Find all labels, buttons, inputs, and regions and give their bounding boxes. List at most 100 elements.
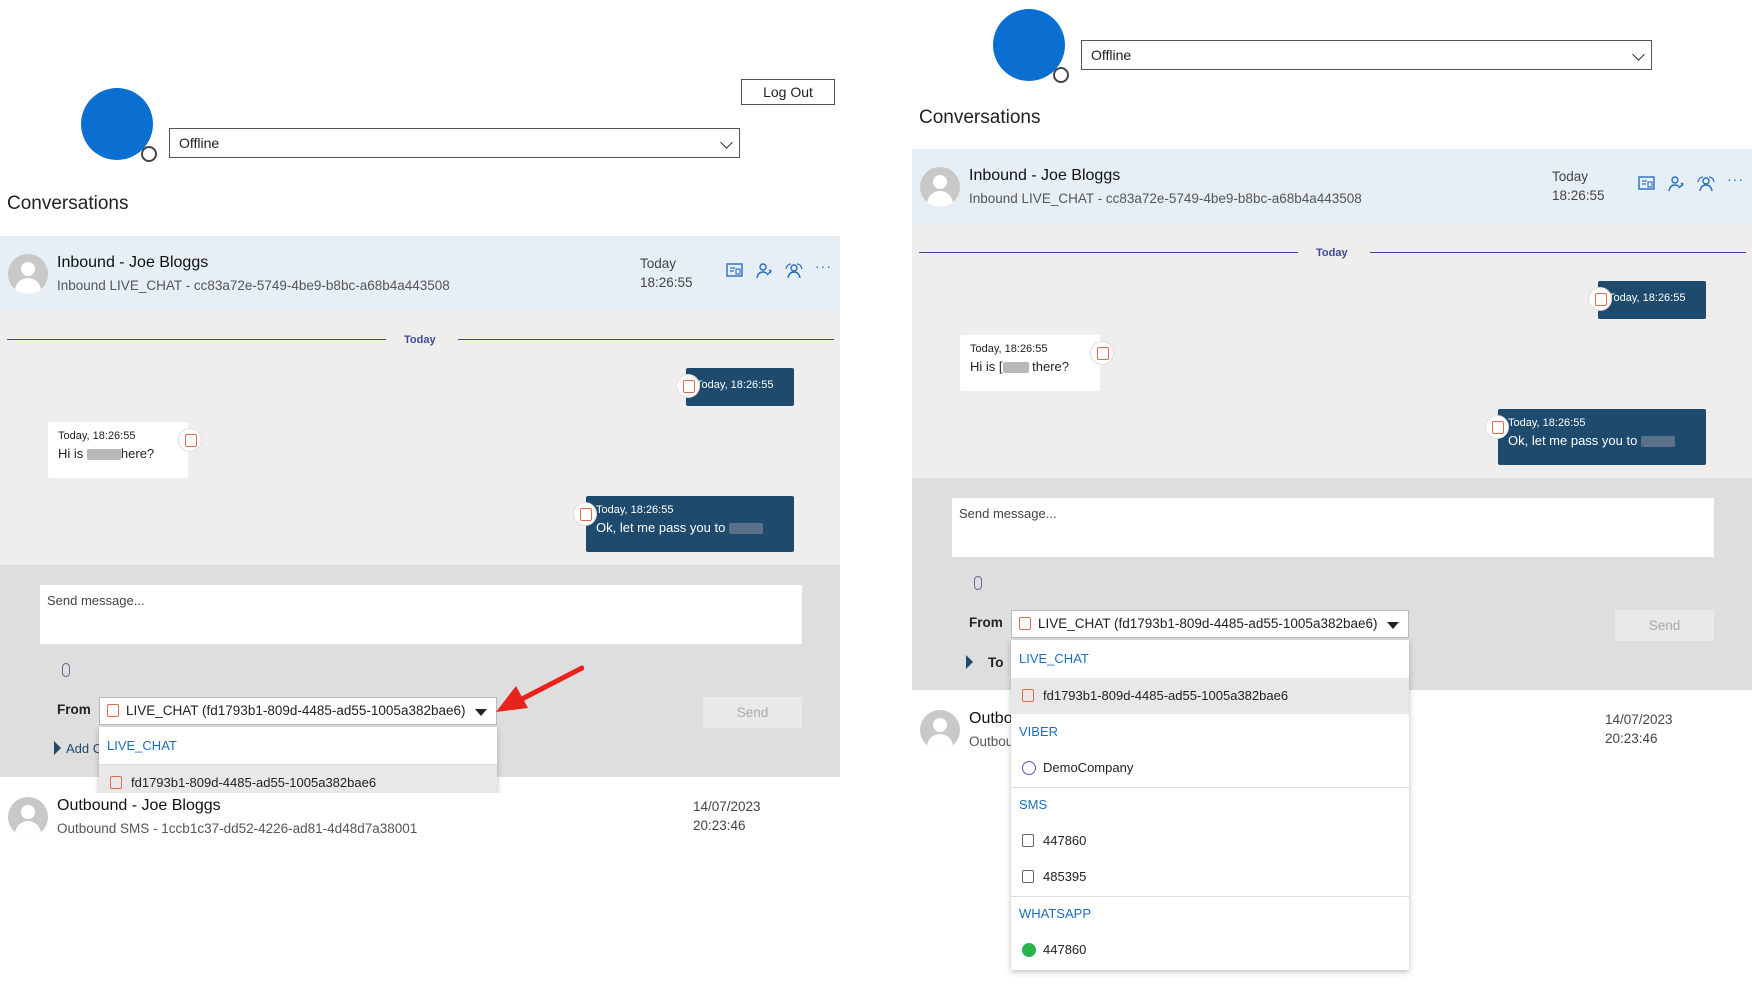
- transfer-icon[interactable]: [1666, 174, 1686, 194]
- expand-icon[interactable]: [966, 655, 973, 669]
- livechat-icon: [1022, 689, 1034, 702]
- logout-button[interactable]: Log Out: [741, 79, 835, 105]
- livechat-channel-icon: [178, 428, 202, 452]
- chat-history[interactable]: Today Today, 18:26:55 Today, 18:26:55 Hi…: [0, 310, 840, 565]
- conversation-time: 18:26:55: [1552, 188, 1605, 203]
- status-value: Offline: [1091, 47, 1132, 63]
- message-outgoing: Today, 18:26:55 Ok, let me pass you to: [586, 496, 794, 552]
- livechat-channel-icon: [1588, 287, 1612, 311]
- presence-indicator: [141, 146, 157, 162]
- transcript-icon[interactable]: [1637, 174, 1657, 194]
- conversation-row-inbound[interactable]: Inbound - Joe Bloggs Inbound LIVE_CHAT -…: [0, 236, 840, 310]
- attach-icon[interactable]: [974, 576, 982, 590]
- status-select[interactable]: Offline: [169, 128, 740, 158]
- annotation-arrow-icon: [496, 665, 584, 712]
- send-button[interactable]: Send: [1615, 610, 1714, 641]
- from-value: LIVE_CHAT (fd1793b1-809d-4485-ad55-1005a…: [126, 703, 466, 718]
- dropdown-item-whatsapp[interactable]: 447860: [1011, 932, 1409, 968]
- more-options-icon[interactable]: ···: [1727, 171, 1744, 187]
- conversation-date: 14/07/2023: [693, 799, 761, 814]
- from-label: From: [969, 615, 1003, 630]
- dropdown-item-label: fd1793b1-809d-4485-ad55-1005a382bae6: [131, 775, 377, 790]
- conversation-subtitle: Inbound LIVE_CHAT - cc83a72e-5749-4be9-b…: [969, 191, 1362, 206]
- message-timestamp: Today, 18:26:55: [1508, 417, 1586, 429]
- dropdown-caret-icon[interactable]: [1387, 622, 1399, 629]
- conversation-timestamp: 14/07/2023 20:23:46: [693, 797, 761, 835]
- redacted-text: [1002, 362, 1029, 374]
- conversation-row-inbound[interactable]: Inbound - Joe Bloggs Inbound LIVE_CHAT -…: [912, 149, 1752, 223]
- dropdown-item-label: 447860: [1043, 942, 1087, 957]
- day-divider-right: [458, 339, 834, 340]
- conversation-date: Today: [1552, 169, 1589, 184]
- message-outgoing: Today, 18:26:55: [686, 368, 794, 406]
- dropdown-group-sms: SMS: [1019, 797, 1048, 812]
- livechat-icon: [107, 704, 119, 717]
- message-input[interactable]: Send message...: [40, 585, 802, 644]
- day-label: Today: [404, 334, 436, 346]
- conversation-subtitle: Outbou: [969, 734, 1014, 749]
- conversation-row-outbound[interactable]: Outbound - Joe Bloggs Outbound SMS - 1cc…: [0, 793, 840, 867]
- sms-icon: [1022, 834, 1034, 847]
- dropdown-caret-icon[interactable]: [475, 709, 487, 716]
- message-input[interactable]: Send message...: [952, 498, 1714, 557]
- message-outgoing: Today, 18:26:55 Ok, let me pass you to: [1498, 409, 1706, 465]
- conversation-title: Inbound - Joe Bloggs: [57, 254, 209, 271]
- day-divider-left: [7, 339, 386, 340]
- from-select[interactable]: LIVE_CHAT (fd1793b1-809d-4485-ad55-1005a…: [1011, 610, 1409, 638]
- user-avatar[interactable]: [81, 88, 157, 162]
- conversations-heading: Conversations: [7, 193, 129, 214]
- from-value: LIVE_CHAT (fd1793b1-809d-4485-ad55-1005a…: [1038, 616, 1378, 631]
- transcript-icon[interactable]: [725, 261, 745, 281]
- dropdown-item-sms[interactable]: 485395: [1011, 859, 1409, 895]
- chevron-down-icon: [1632, 48, 1645, 61]
- from-dropdown-menu: LIVE_CHAT fd1793b1-809d-4485-ad55-1005a3…: [1011, 640, 1409, 970]
- day-divider-left: [919, 252, 1298, 253]
- transfer-icon[interactable]: [754, 261, 774, 281]
- consult-icon[interactable]: [784, 261, 804, 281]
- dropdown-group-viber: VIBER: [1019, 724, 1059, 739]
- status-select[interactable]: Offline: [1081, 40, 1652, 70]
- redacted-text: [728, 523, 763, 535]
- contact-avatar: [8, 254, 48, 294]
- message-incoming: Today, 18:26:55 Hi is [ there?: [960, 335, 1100, 391]
- expand-icon[interactable]: [54, 741, 61, 755]
- sms-icon: [1022, 870, 1034, 883]
- presence-indicator: [1053, 67, 1069, 83]
- conversation-subtitle: Outbound SMS - 1ccb1c37-dd52-4226-ad81-4…: [57, 821, 418, 836]
- chat-history[interactable]: Today Today, 18:26:55 Today, 18:26:55 Hi…: [912, 223, 1752, 478]
- redacted-text: [86, 449, 121, 461]
- contact-avatar: [920, 167, 960, 207]
- conversations-heading: Conversations: [919, 107, 1041, 128]
- user-avatar[interactable]: [993, 9, 1069, 83]
- livechat-icon: [110, 775, 122, 789]
- dropdown-item-label: 485395: [1043, 869, 1087, 884]
- dropdown-item-label: DemoCompany: [1043, 760, 1134, 775]
- livechat-channel-icon: [676, 374, 700, 398]
- send-button[interactable]: Send: [703, 697, 802, 728]
- message-incoming: Today, 18:26:55 Hi is here?: [48, 422, 188, 478]
- dropdown-item-sms[interactable]: 447860: [1011, 823, 1409, 859]
- add-contact-link[interactable]: Add C: [66, 741, 102, 756]
- status-value: Offline: [179, 135, 220, 151]
- dropdown-group-livechat: LIVE_CHAT: [1019, 651, 1089, 666]
- dropdown-item-livechat[interactable]: fd1793b1-809d-4485-ad55-1005a382bae6: [1011, 678, 1409, 714]
- message-timestamp: Today, 18:26:55: [696, 379, 774, 391]
- dropdown-item-label: 447860: [1043, 833, 1087, 848]
- consult-icon[interactable]: [1696, 174, 1716, 194]
- redacted-text: [1640, 436, 1675, 448]
- left-panel: Log Out Offline Conversations Inbound - …: [0, 0, 850, 991]
- dropdown-group-whatsapp: WHATSAPP: [1019, 906, 1091, 921]
- conversation-timestamp: Today 18:26:55: [1552, 167, 1605, 205]
- message-timestamp: Today, 18:26:55: [970, 343, 1048, 355]
- from-select[interactable]: LIVE_CHAT (fd1793b1-809d-4485-ad55-1005a…: [99, 697, 497, 725]
- conversation-date: Today: [640, 256, 677, 271]
- from-dropdown-menu: LIVE_CHAT fd1793b1-809d-4485-ad55-1005a3…: [99, 727, 497, 801]
- dropdown-group-livechat: LIVE_CHAT: [107, 738, 177, 753]
- dropdown-item-viber[interactable]: DemoCompany: [1011, 750, 1409, 786]
- conversation-date: 14/07/2023: [1605, 712, 1673, 727]
- more-options-icon[interactable]: ···: [815, 258, 832, 274]
- dropdown-item-label: fd1793b1-809d-4485-ad55-1005a382bae6: [1043, 688, 1289, 703]
- livechat-icon: [1019, 617, 1031, 630]
- message-text: Ok, let me pass you to: [596, 520, 763, 535]
- attach-icon[interactable]: [62, 663, 70, 677]
